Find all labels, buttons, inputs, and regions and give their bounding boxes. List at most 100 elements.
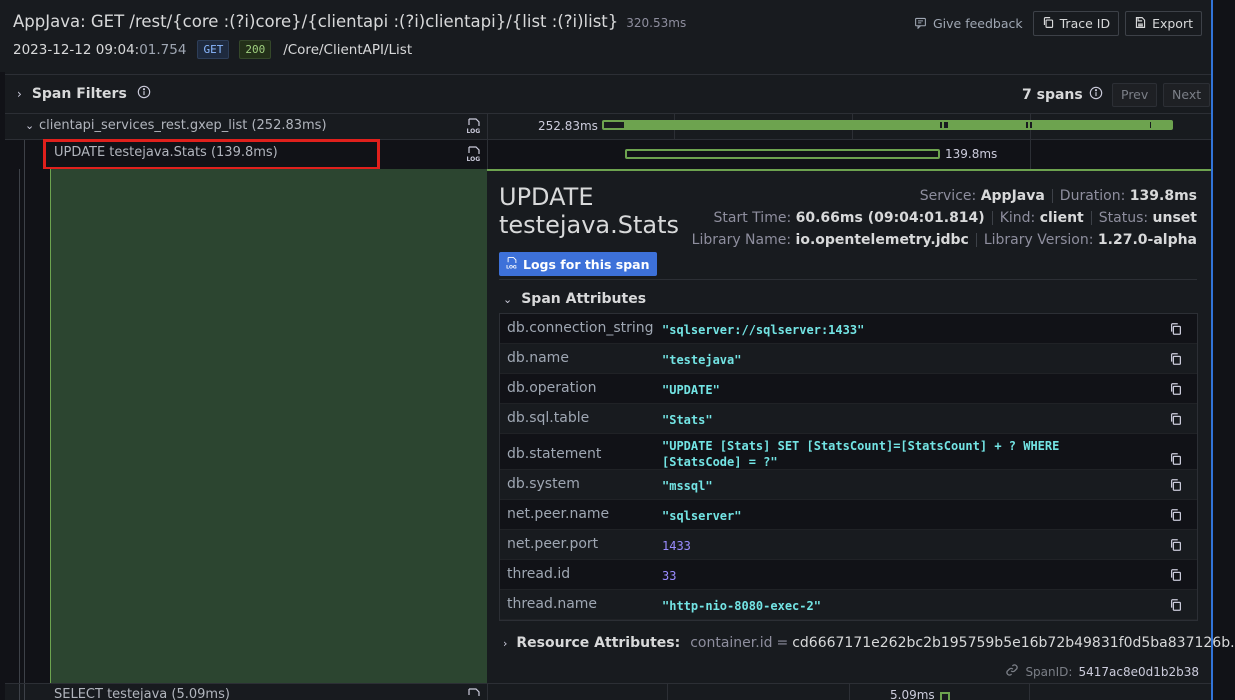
next-match-button[interactable]: Next <box>1163 83 1211 107</box>
tree-guide-line <box>24 684 25 700</box>
span-row[interactable]: SELECT testejava (5.09ms) 5.09ms <box>5 683 1211 700</box>
info-icon[interactable] <box>1089 86 1103 104</box>
attribute-row: db.connection_string "sqlserver://sqlserv… <box>500 314 1197 344</box>
span-detail-panel: UPDATE testejava.Stats Service: AppJava D… <box>487 169 1235 683</box>
attribute-key: net.peer.name <box>507 506 610 522</box>
child-span-bar <box>624 122 940 128</box>
svg-text:LOG: LOG <box>467 156 481 163</box>
prev-match-button[interactable]: Prev <box>1112 83 1158 107</box>
span-bar[interactable] <box>940 692 950 700</box>
attribute-value: 1433 <box>662 539 691 553</box>
attribute-value: "sqlserver://sqlserver:1433" <box>662 323 865 337</box>
log-icon[interactable] <box>465 687 483 700</box>
span-duration-label: 252.83ms <box>538 119 598 133</box>
child-span-bar <box>1151 122 1171 128</box>
attribute-value: "mssql" <box>662 479 713 493</box>
resource-attributes-label: Resource Attributes: <box>516 635 681 651</box>
span-name-column: ⌄ clientapi_services_rest.gxep_list (252… <box>5 114 487 139</box>
timeline-gridline <box>1030 140 1031 169</box>
attribute-key: thread.name <box>507 596 598 612</box>
duration-value: 139.8ms <box>1129 188 1197 204</box>
export-button[interactable]: Export <box>1125 11 1202 36</box>
attribute-key: db.operation <box>507 380 597 396</box>
span-filters-bar: › Span Filters 7 spans Prev Next <box>5 74 1211 114</box>
chevron-down-icon[interactable]: ⌄ <box>25 119 34 132</box>
link-icon <box>1005 663 1019 680</box>
child-span-bar <box>1032 122 1150 128</box>
span-bar[interactable] <box>602 120 1173 130</box>
logs-for-span-button[interactable]: LOG Logs for this span <box>499 252 657 276</box>
timeline-gridline <box>1029 684 1030 700</box>
trace-meta: 2023-12-12 09:04:01.754 GET 200 /Core/Cl… <box>13 40 412 59</box>
resource-attribute-value: cd6667171e262bc2b195759b5e16b72b49831f0d… <box>792 635 1235 651</box>
header-actions: Give feedback Trace ID Export <box>914 11 1202 36</box>
attribute-row: db.system "mssql" <box>500 470 1197 500</box>
info-icon[interactable] <box>137 85 151 103</box>
span-filters-toggle[interactable]: › Span Filters <box>17 85 151 103</box>
feedback-icon <box>914 16 927 32</box>
resource-attribute-key: container.id <box>690 635 773 651</box>
attribute-value: 33 <box>662 569 677 583</box>
span-id-label: SpanID: <box>1025 664 1073 679</box>
trace-title: AppJava: GET /rest/{core :(?i)core}/{cli… <box>13 12 619 31</box>
chevron-down-icon: ⌄ <box>503 292 513 306</box>
span-name[interactable]: SELECT testejava (5.09ms) <box>54 687 230 700</box>
divider <box>499 279 1197 280</box>
span-row[interactable]: ⌄ clientapi_services_rest.gxep_list (252… <box>5 114 1211 140</box>
copy-icon <box>1042 16 1055 32</box>
tree-guide-line <box>24 140 25 169</box>
copy-icon[interactable] <box>1169 568 1183 582</box>
service-value: AppJava <box>980 188 1045 204</box>
attribute-value: "testejava" <box>662 353 742 367</box>
timeline-gridline <box>849 684 850 700</box>
span-attributes-toggle[interactable]: ⌄ Span Attributes <box>503 291 646 307</box>
copy-icon[interactable] <box>1169 412 1183 426</box>
tree-guide-line <box>24 169 25 683</box>
span-bar[interactable] <box>625 149 940 159</box>
attribute-key: db.name <box>507 350 569 366</box>
export-icon <box>1134 16 1147 32</box>
attribute-row: net.peer.name "sqlserver" <box>500 500 1197 530</box>
span-name[interactable]: clientapi_services_rest.gxep_list (252.8… <box>39 118 327 133</box>
tree-guide-line <box>19 169 20 683</box>
copy-icon[interactable] <box>1169 382 1183 396</box>
status-value: unset <box>1152 210 1197 226</box>
copy-icon[interactable] <box>1169 598 1183 612</box>
span-id[interactable]: SpanID: 5417ac8e0d1b2b38 <box>1005 663 1199 680</box>
span-timeline: 252.83ms <box>487 114 1211 140</box>
attribute-row: thread.id 33 <box>500 560 1197 590</box>
child-span-bar <box>948 122 1026 128</box>
trace-id-button[interactable]: Trace ID <box>1032 11 1120 36</box>
attribute-row: db.name "testejava" <box>500 344 1197 374</box>
span-count: 7 spans <box>1022 86 1103 104</box>
copy-icon[interactable] <box>1169 538 1183 552</box>
attribute-row: net.peer.port 1433 <box>500 530 1197 560</box>
span-detail-meta: Service: AppJava Duration: 139.8ms Start … <box>691 188 1197 248</box>
copy-icon[interactable] <box>1169 452 1183 466</box>
copy-icon[interactable] <box>1169 352 1183 366</box>
title-row: AppJava: GET /rest/{core :(?i)core}/{cli… <box>13 12 686 31</box>
copy-icon[interactable] <box>1169 478 1183 492</box>
attribute-row: db.sql.table "Stats" <box>500 404 1197 434</box>
give-feedback-link[interactable]: Give feedback <box>914 16 1023 32</box>
attribute-key: db.statement <box>507 446 602 462</box>
library-version-value: 1.27.0-alpha <box>1097 232 1197 248</box>
http-status-tag: 200 <box>239 40 272 59</box>
span-filters-label: Span Filters <box>31 86 127 102</box>
copy-icon[interactable] <box>1169 508 1183 522</box>
span-id-value: 5417ac8e0d1b2b38 <box>1078 664 1199 679</box>
kind-value: client <box>1039 210 1084 226</box>
attribute-row: db.operation "UPDATE" <box>500 374 1197 404</box>
timeline-gridline <box>667 684 668 700</box>
chevron-right-icon: › <box>17 87 22 101</box>
resource-attributes-toggle[interactable]: › Resource Attributes: container.id = cd… <box>503 635 1235 651</box>
log-icon[interactable]: LOG <box>465 145 483 163</box>
tree-guide-line <box>19 684 20 700</box>
highlight-annotation <box>43 139 380 170</box>
span-detail-gutter <box>5 169 487 683</box>
copy-icon[interactable] <box>1169 322 1183 336</box>
log-icon[interactable]: LOG <box>465 117 483 135</box>
trace-path: /Core/ClientAPI/List <box>283 41 413 58</box>
span-attributes-title: Span Attributes <box>521 291 647 307</box>
attribute-key: net.peer.port <box>507 536 599 552</box>
